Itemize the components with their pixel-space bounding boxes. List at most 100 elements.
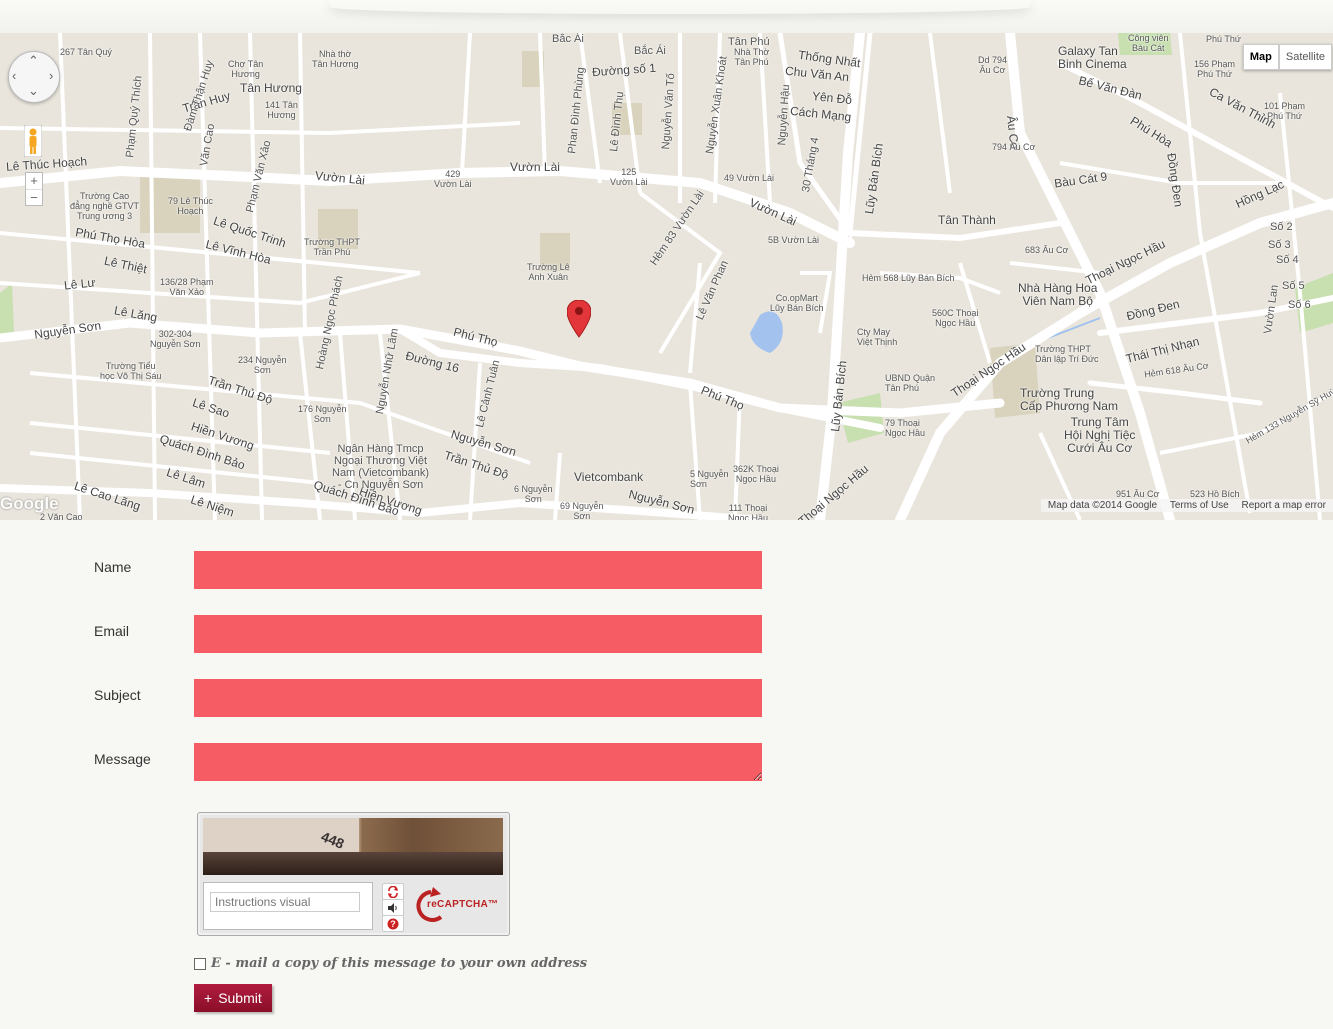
map-label: Trường THPT Trần Phú: [304, 237, 360, 257]
map-label: Co.opMart Lũy Bán Bích: [770, 293, 824, 313]
recaptcha-logo-text: reCAPTCHA™: [427, 899, 499, 910]
captcha-reload-button[interactable]: [382, 883, 404, 900]
map-label: Chợ Tân Hương: [228, 59, 264, 79]
map-label: Trung Tâm Hội Nghị Tiệc Cưới Âu Cơ: [1064, 415, 1136, 455]
zoom-control[interactable]: + −: [25, 172, 43, 206]
map-label: Vườn Lài: [510, 160, 560, 174]
map-label: 951 Âu Cơ: [1116, 489, 1160, 499]
captcha-audio-button[interactable]: [382, 899, 404, 916]
map-label: 141 Tân Hương: [265, 100, 298, 120]
map-label: Số 4: [1276, 254, 1299, 266]
name-label: Name: [94, 559, 132, 575]
pan-down-icon[interactable]: ⌄: [28, 83, 39, 99]
map-label: Số 2: [1270, 221, 1293, 233]
map-label: Bắc Ái: [552, 33, 584, 45]
submit-label: Submit: [218, 990, 262, 1006]
message-label: Message: [94, 751, 151, 767]
recaptcha-widget: 448 ?: [197, 812, 510, 936]
map-label: Bắc Ái: [634, 45, 666, 57]
map-label: 683 Âu Cơ: [1025, 245, 1069, 255]
map-label: 302-304 Nguyễn Sơn: [150, 329, 201, 349]
map-label: Dd 794 Âu Cơ: [978, 55, 1008, 75]
map-label: 560C Thoại Ngọc Hầu: [932, 308, 979, 328]
map-label: Trường Cao đẳng nghề GTVT Trung ương 3: [70, 191, 140, 221]
captcha-input-box: [203, 882, 373, 930]
map-type-map-button[interactable]: Map: [1242, 44, 1279, 70]
pan-right-icon[interactable]: ›: [49, 68, 53, 83]
map-label: Trường Trung Cấp Phương Nam: [1020, 386, 1118, 413]
map-label: 429 Vườn Lài: [434, 169, 472, 189]
map-label: Galaxy Tan Binh Cinema: [1058, 44, 1127, 71]
map-marker-icon[interactable]: [567, 300, 591, 340]
copy-option: E - mail a copy of this message to your …: [194, 956, 587, 971]
name-input[interactable]: [194, 551, 762, 589]
map-label: Ngân Hàng Tmcp Ngoại Thương Việt Nam (Vi…: [332, 443, 429, 491]
map-label: 79 Lê Thúc Hoạch: [168, 196, 213, 216]
copy-label[interactable]: E - mail a copy of this message to your …: [211, 956, 587, 971]
map-label: Số 6: [1288, 299, 1311, 311]
reload-icon: [388, 885, 398, 898]
terms-link[interactable]: Terms of Use: [1170, 500, 1229, 511]
map-label: Tân Thành: [938, 213, 996, 227]
map-label: 111 Thoại Ngọc Hầu: [728, 503, 769, 520]
subject-input[interactable]: [194, 679, 762, 717]
speaker-icon: [388, 902, 397, 913]
map-label: Trường Tiểu học Võ Thị Sáu: [100, 361, 162, 381]
map-label: Số 5: [1282, 280, 1305, 292]
map-label: Vietcombank: [574, 470, 644, 484]
map-label: UBND Quận Tân Phú: [885, 373, 936, 393]
pegman-icon[interactable]: [24, 125, 42, 157]
pan-up-icon[interactable]: ⌃: [28, 53, 39, 69]
copy-checkbox[interactable]: [194, 957, 206, 970]
map-type-control[interactable]: Map Satellite: [1242, 44, 1332, 70]
map-label: Cty May Việt Thịnh: [857, 327, 898, 347]
subject-label: Subject: [94, 687, 141, 703]
zoom-in-button[interactable]: +: [26, 173, 42, 190]
map-label: Nhà Thờ Tân Phú: [734, 47, 770, 67]
google-map[interactable]: Bắc Ái Bắc Ái Tân Phú Thống Nhất Chu Văn…: [0, 33, 1333, 520]
email-input[interactable]: [194, 615, 762, 653]
report-error-link[interactable]: Report a map error: [1242, 500, 1326, 511]
map-label: 5B Vườn Lài: [768, 235, 819, 245]
map-label: 79 Thoại Ngọc Hầu: [885, 418, 926, 438]
map-attribution: Map data ©2014 Google Terms of Use Repor…: [1040, 499, 1333, 512]
help-icon: ?: [387, 918, 399, 929]
map-label: 6 Nguyễn Sơn: [514, 484, 553, 504]
captcha-image: 448: [203, 818, 503, 875]
map-label: 69 Nguyễn Sơn: [560, 501, 604, 520]
submit-button[interactable]: + Submit: [194, 984, 272, 1012]
google-logo[interactable]: Google: [0, 494, 59, 514]
map-label: Phú Thứ: [1206, 34, 1241, 44]
map-label: Trường THPT Dân lập Trí Đức: [1035, 344, 1099, 364]
map-label: 101 Phạm Phú Thứ: [1264, 101, 1306, 121]
map-label: 156 Phạm Phú Thứ: [1194, 59, 1236, 79]
captcha-help-button[interactable]: ?: [382, 915, 404, 932]
map-data-text: Map data ©2014 Google: [1047, 500, 1158, 511]
svg-text:?: ?: [390, 919, 396, 929]
recaptcha-logo: reCAPTCHA™: [413, 887, 498, 930]
map-label: Nhà thờ Tân Hương: [312, 49, 359, 69]
captcha-input[interactable]: [210, 892, 360, 912]
message-textarea[interactable]: [194, 743, 762, 781]
map-label: Hẻm 568 Lũy Bán Bích: [862, 273, 955, 283]
email-label: Email: [94, 623, 130, 639]
pan-control[interactable]: ⌃ ⌄ ‹ ›: [8, 51, 60, 103]
map-label: Công viên Bàu Cát: [1128, 33, 1169, 53]
pan-left-icon[interactable]: ‹: [12, 68, 16, 83]
map-label: 5 Nguyễn Sơn: [690, 469, 729, 489]
top-shadow: [0, 0, 1333, 33]
map-label: 136/28 Phạm Văn Xảo: [160, 277, 214, 297]
map-label: 362K Thoại Ngọc Hầu: [733, 464, 779, 484]
map-label: 267 Tân Quý: [60, 47, 112, 57]
map-label: 234 Nguyễn Sơn: [238, 355, 287, 375]
map-label: 794 Âu Cơ: [992, 142, 1036, 152]
map-label: 49 Vườn Lài: [724, 173, 774, 183]
zoom-out-button[interactable]: −: [26, 190, 42, 206]
map-label: Số 3: [1268, 239, 1291, 251]
map-type-satellite-button[interactable]: Satellite: [1278, 44, 1332, 70]
map-label: 523 Hồ Bích: [1190, 489, 1240, 499]
map-label: 176 Nguyễn Sơn: [298, 404, 347, 424]
map-label: Nhà Hàng Hoa Viên Nam Bộ: [1018, 281, 1098, 308]
map-label: 125 Vườn Lài: [610, 167, 648, 187]
plus-icon: +: [204, 990, 213, 1006]
